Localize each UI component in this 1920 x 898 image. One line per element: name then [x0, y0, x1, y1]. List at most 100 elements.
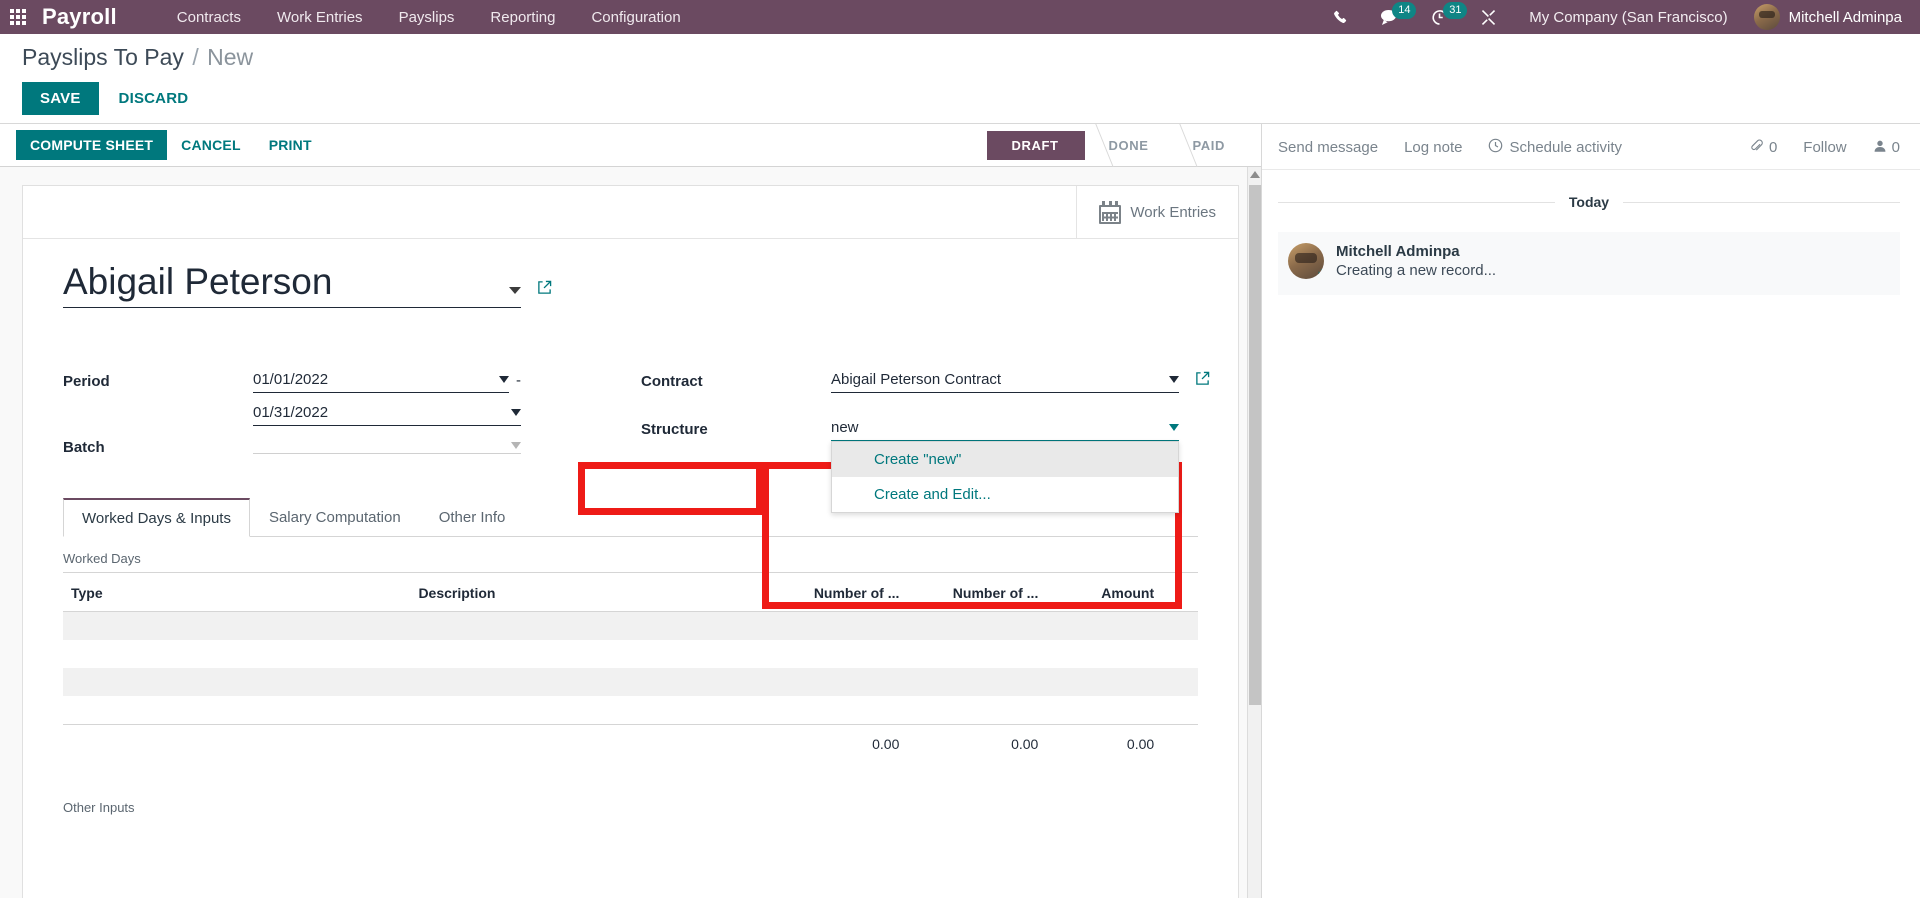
breadcrumb-separator: /: [192, 44, 199, 70]
stat-button-box: Work Entries: [23, 186, 1238, 239]
period-to-input[interactable]: 01/31/2022: [253, 402, 521, 426]
follow-button[interactable]: Follow: [1803, 139, 1846, 156]
phone-icon[interactable]: [1317, 6, 1364, 29]
work-entries-stat-label: Work Entries: [1130, 203, 1216, 221]
column-type[interactable]: Type: [63, 571, 411, 612]
day-separator: Today: [1278, 194, 1901, 210]
separator-line-left: [1278, 201, 1555, 203]
batch-cell: [253, 432, 521, 454]
menu-item-reporting[interactable]: Reporting: [472, 3, 573, 32]
cancel-button[interactable]: CANCEL: [167, 130, 255, 160]
column-options-icon[interactable]: ⋮: [1162, 571, 1198, 612]
schedule-activity-button[interactable]: Schedule activity: [1488, 138, 1622, 157]
worked-days-table: Type Description Number of ... Number of…: [63, 571, 1198, 766]
column-number-of-days[interactable]: Number of ...: [768, 571, 908, 612]
menu-item-work-entries[interactable]: Work Entries: [259, 3, 381, 32]
right-field-group: Contract Abigail Peterson Contract Struc…: [521, 360, 1210, 513]
calendar-icon: [1099, 200, 1122, 224]
table-row[interactable]: [63, 640, 1198, 668]
menu-item-contracts[interactable]: Contracts: [159, 3, 259, 32]
external-link-icon[interactable]: [537, 280, 552, 300]
table-header-row: Type Description Number of ... Number of…: [63, 571, 1198, 612]
status-stages: DRAFT DONE PAID: [987, 130, 1245, 160]
total-number-of-hours: 0.00: [907, 723, 1047, 766]
print-button[interactable]: PRINT: [255, 130, 326, 160]
scrollbar-thumb[interactable]: [1249, 185, 1261, 705]
caret-down-icon[interactable]: [499, 375, 509, 383]
day-separator-label: Today: [1568, 194, 1610, 210]
send-message-button[interactable]: Send message: [1278, 139, 1378, 156]
separator-line-right: [1623, 201, 1901, 203]
period-from-value: 01/01/2022: [253, 370, 329, 388]
main-menu: Contracts Work Entries Payslips Reportin…: [159, 3, 699, 32]
menu-item-configuration[interactable]: Configuration: [573, 3, 698, 32]
structure-row: Structure new Create "new" Create and Ed…: [641, 408, 1210, 513]
work-entries-stat-button[interactable]: Work Entries: [1076, 186, 1238, 238]
chatter-message: ✈ Mitchell Adminpa Creating a new record…: [1278, 232, 1900, 295]
column-number-of-hours[interactable]: Number of ...: [907, 571, 1047, 612]
followers-count: 0: [1891, 139, 1900, 156]
save-button[interactable]: SAVE: [22, 82, 99, 115]
app-brand-payroll[interactable]: Payroll: [42, 4, 117, 30]
table-totals-row: 0.00 0.00 0.00: [63, 723, 1198, 766]
message-content: Mitchell Adminpa Creating a new record..…: [1336, 243, 1496, 279]
form-scrollbar[interactable]: [1247, 167, 1261, 898]
user-menu[interactable]: Mitchell Adminpa: [1744, 2, 1906, 32]
column-amount[interactable]: Amount: [1046, 571, 1163, 612]
compute-sheet-button[interactable]: COMPUTE SHEET: [16, 130, 168, 160]
stage-paid[interactable]: PAID: [1168, 130, 1245, 160]
activities-clock-icon[interactable]: 31: [1415, 1, 1468, 30]
table-body: 0.00 0.00 0.00: [63, 611, 1198, 766]
messages-badge: 14: [1392, 1, 1417, 19]
tab-other-info[interactable]: Other Info: [420, 498, 525, 537]
log-note-button[interactable]: Log note: [1404, 139, 1462, 156]
table-row[interactable]: [63, 611, 1198, 640]
form-column: COMPUTE SHEET CANCEL PRINT DRAFT DONE PA…: [0, 124, 1262, 898]
contract-input[interactable]: Abigail Peterson Contract: [831, 369, 1179, 393]
employee-field[interactable]: Abigail Peterson: [63, 261, 521, 308]
company-switcher[interactable]: My Company (San Francisco): [1513, 5, 1743, 30]
autocomplete-item-create[interactable]: Create "new": [832, 441, 1178, 477]
debug-tools-icon[interactable]: [1464, 5, 1513, 30]
caret-down-icon[interactable]: [1169, 423, 1179, 431]
contract-label: Contract: [641, 372, 703, 390]
tab-salary-computation[interactable]: Salary Computation: [250, 498, 420, 537]
contract-cell: Abigail Peterson Contract: [831, 361, 1210, 393]
period-from-input[interactable]: 01/01/2022: [253, 369, 509, 393]
clock-icon: [1488, 138, 1503, 157]
stage-done[interactable]: DONE: [1084, 130, 1169, 160]
message-body: Creating a new record...: [1336, 262, 1497, 279]
left-field-group: Period 01/01/2022 - 01/31/2022 Batch: [63, 360, 521, 460]
structure-input[interactable]: new: [831, 417, 1179, 441]
schedule-activity-label: Schedule activity: [1509, 139, 1623, 156]
column-description[interactable]: Description: [410, 571, 769, 612]
batch-label: Batch: [63, 438, 105, 456]
caret-down-icon[interactable]: [511, 408, 521, 416]
top-navbar: Payroll Contracts Work Entries Payslips …: [0, 0, 1920, 34]
caret-down-icon[interactable]: [1169, 375, 1179, 383]
caret-down-icon[interactable]: [511, 441, 521, 449]
batch-input[interactable]: [253, 440, 521, 454]
menu-item-payslips[interactable]: Payslips: [381, 3, 473, 32]
messages-icon[interactable]: 14: [1364, 1, 1417, 30]
discard-button[interactable]: DISCARD: [103, 82, 205, 115]
total-number-of-days: 0.00: [768, 723, 908, 766]
table-row[interactable]: [63, 696, 1198, 725]
autocomplete-item-create-and-edit[interactable]: Create and Edit...: [832, 477, 1178, 512]
tab-worked-days-inputs[interactable]: Worked Days & Inputs: [63, 497, 250, 537]
breadcrumb-root[interactable]: Payslips To Pay: [22, 44, 184, 70]
scroll-up-arrow[interactable]: [1249, 171, 1260, 178]
form-statusbar: COMPUTE SHEET CANCEL PRINT DRAFT DONE PA…: [0, 124, 1261, 167]
followers-counter[interactable]: 0: [1873, 139, 1900, 157]
period-to-cell: 01/31/2022: [253, 394, 521, 426]
stage-draft[interactable]: DRAFT: [987, 130, 1099, 160]
structure-cell: new Create "new" Create and Edit...: [831, 409, 1210, 513]
table-row[interactable]: [63, 667, 1198, 696]
caret-down-icon[interactable]: [509, 287, 521, 294]
attachments-counter[interactable]: 0: [1750, 139, 1777, 157]
other-inputs-section-label: Other Inputs: [63, 799, 135, 815]
apps-menu-icon[interactable]: [10, 9, 26, 25]
structure-label: Structure: [641, 420, 708, 438]
user-icon: [1873, 139, 1887, 157]
external-link-icon[interactable]: [1195, 371, 1210, 391]
